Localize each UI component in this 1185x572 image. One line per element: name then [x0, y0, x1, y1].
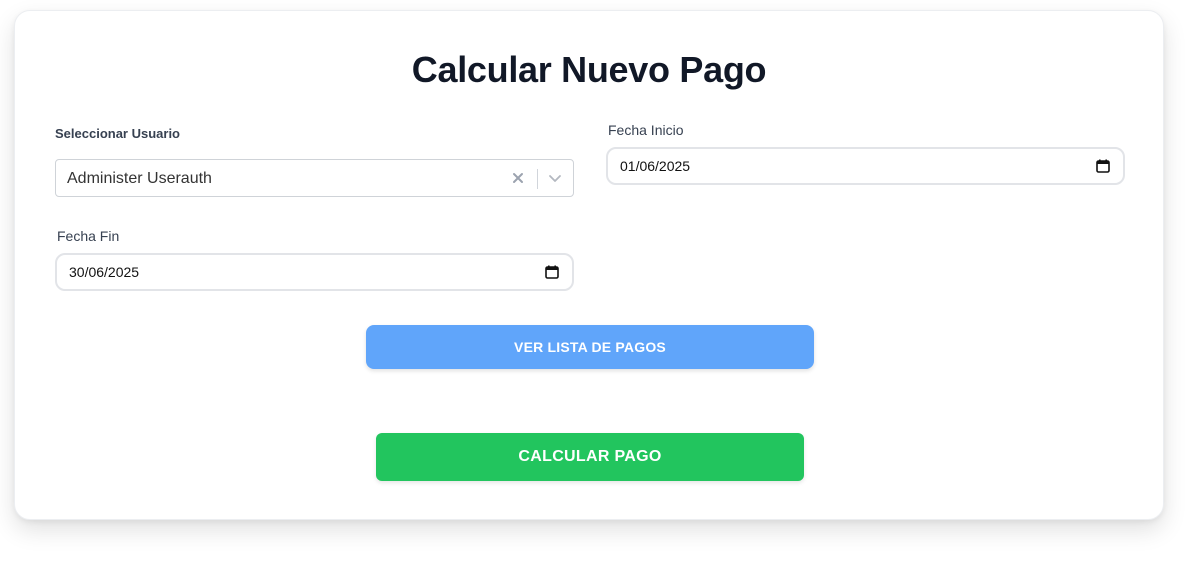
- close-icon[interactable]: [508, 168, 528, 188]
- calendar-icon[interactable]: [544, 264, 560, 280]
- end-date-label: Fecha Fin: [57, 228, 120, 244]
- user-select-value: Administer Userauth: [67, 170, 212, 187]
- view-payments-list-button[interactable]: VER LISTA DE PAGOS: [366, 325, 814, 369]
- end-date-value: 30/06/2025: [69, 264, 140, 280]
- start-date-value: 01/06/2025: [620, 158, 691, 174]
- payment-form-card: Calcular Nuevo Pago Seleccionar Usuario …: [14, 10, 1164, 520]
- start-date-field[interactable]: 01/06/2025: [606, 147, 1125, 185]
- calculate-payment-button[interactable]: CALCULAR PAGO: [376, 433, 804, 481]
- calendar-icon[interactable]: [1095, 158, 1111, 174]
- user-select[interactable]: Administer Userauth: [55, 159, 574, 197]
- select-separator: [537, 169, 538, 189]
- user-select-label: Seleccionar Usuario: [55, 126, 180, 141]
- end-date-field[interactable]: 30/06/2025: [55, 253, 574, 291]
- chevron-down-icon[interactable]: [545, 168, 565, 188]
- start-date-label: Fecha Inicio: [608, 122, 684, 138]
- page-title: Calcular Nuevo Pago: [411, 49, 767, 90]
